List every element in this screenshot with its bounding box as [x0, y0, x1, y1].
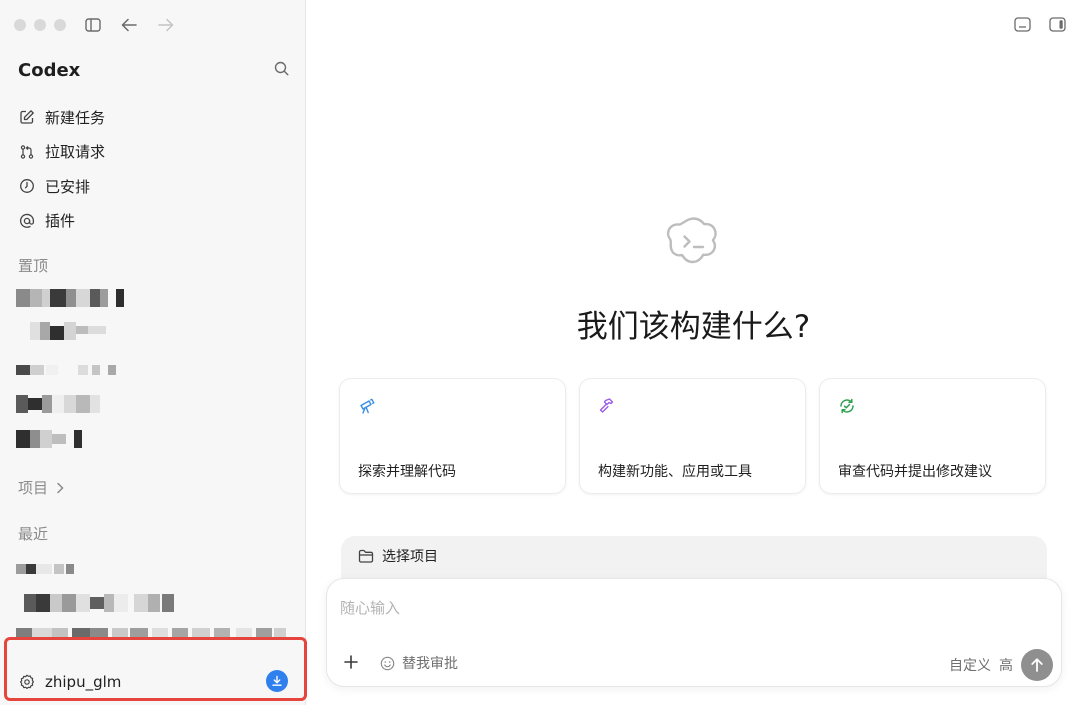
brand-row: Codex [18, 57, 289, 83]
suggestion-card-review[interactable]: 审查代码并提出修改建议 [819, 378, 1046, 494]
recent-item-redacted[interactable] [16, 560, 86, 578]
account-footer-highlight: zhipu_glm [4, 637, 307, 701]
folder-icon [358, 549, 374, 563]
nav-label: 新建任务 [45, 108, 106, 127]
account-name: zhipu_glm [45, 673, 122, 691]
project-selector-label: 选择项目 [382, 549, 438, 565]
nav-new-task[interactable]: 新建任务 [18, 100, 293, 135]
codex-cloud-terminal-icon [666, 215, 721, 269]
telescope-icon [358, 397, 376, 415]
pinned-item-redacted[interactable] [16, 289, 126, 307]
nav-label: 拉取请求 [45, 143, 106, 162]
review-icon [838, 397, 856, 415]
pinned-section-label: 置顶 [18, 257, 49, 275]
composer-right-controls: 自定义 高 [949, 649, 1053, 681]
maximize-window-button[interactable] [54, 19, 66, 31]
pull-request-icon [18, 143, 36, 161]
nav-label: 插件 [45, 212, 76, 231]
top-toolbar [1014, 17, 1066, 32]
approval-mode-button[interactable]: 替我审批 [380, 653, 458, 673]
pinned-item-redacted[interactable] [16, 395, 106, 413]
projects-section-label: 项目 [18, 479, 49, 497]
suggestion-card-build[interactable]: 构建新功能、应用或工具 [579, 378, 806, 494]
pinned-item-redacted[interactable] [16, 322, 111, 340]
suggestion-cards: 探索并理解代码 构建新功能、应用或工具 审查代码并提出修改建议 [339, 378, 1046, 494]
terminal-panel-icon[interactable] [1014, 17, 1031, 32]
approval-mode-label: 替我审批 [402, 656, 458, 672]
search-icon[interactable] [274, 61, 289, 80]
pinned-item-redacted[interactable] [16, 361, 120, 379]
app-name: Codex [18, 59, 81, 81]
close-window-button[interactable] [14, 19, 26, 31]
account-row[interactable]: zhipu_glm [19, 670, 294, 694]
card-label: 构建新功能、应用或工具 [598, 464, 752, 480]
project-selector-row: 选择项目 [358, 546, 438, 566]
edit-icon [18, 108, 36, 126]
at-icon [18, 212, 36, 230]
nav-pull-requests[interactable]: 拉取请求 [18, 135, 293, 170]
nav-scheduled[interactable]: 已安排 [18, 169, 293, 204]
chevron-right-icon [56, 482, 64, 494]
page-title: 我们该构建什么? [576, 309, 811, 345]
minimize-window-button[interactable] [34, 19, 46, 31]
projects-section[interactable]: 项目 [18, 477, 64, 498]
send-button[interactable] [1021, 649, 1053, 681]
nav-label: 已安排 [45, 177, 91, 196]
suggestion-card-explore[interactable]: 探索并理解代码 [339, 378, 566, 494]
download-update-button[interactable] [266, 670, 288, 692]
window-controls [14, 19, 66, 31]
recent-item-redacted[interactable] [16, 594, 178, 612]
app-window: Codex 新建任务 拉取请求 已安排 插件 置顶 项目 最近 zhipu_gl… [0, 0, 1080, 705]
forward-arrow-icon[interactable] [156, 15, 176, 35]
card-label: 审查代码并提出修改建议 [838, 464, 992, 480]
card-label: 探索并理解代码 [358, 464, 456, 480]
clock-icon [18, 177, 36, 195]
hammer-icon [598, 397, 616, 415]
main-panel: 我们该构建什么? 探索并理解代码 构建新功能、应用或工具 审查代码并提出修改建议 [307, 0, 1080, 705]
model-mode-selector[interactable]: 自定义 [949, 655, 991, 675]
sidebar-toggle-icon[interactable] [83, 15, 103, 35]
reasoning-level-selector[interactable]: 高 [999, 655, 1013, 675]
recent-section-label: 最近 [18, 525, 49, 543]
add-attachment-icon[interactable] [342, 653, 360, 671]
sidebar: Codex 新建任务 拉取请求 已安排 插件 置顶 项目 最近 zhipu_gl… [0, 0, 307, 705]
smile-face-icon [380, 656, 395, 671]
sidebar-nav: 新建任务 拉取请求 已安排 插件 [18, 100, 293, 238]
right-panel-toggle-icon[interactable] [1049, 17, 1066, 32]
back-arrow-icon[interactable] [119, 15, 139, 35]
pinned-item-redacted[interactable] [16, 430, 86, 448]
settings-gear-icon[interactable] [19, 674, 35, 690]
prompt-input[interactable]: 随心输入 [340, 597, 400, 618]
prompt-composer: 随心输入 替我审批 自定义 高 [326, 578, 1062, 687]
nav-plugins[interactable]: 插件 [18, 204, 293, 239]
